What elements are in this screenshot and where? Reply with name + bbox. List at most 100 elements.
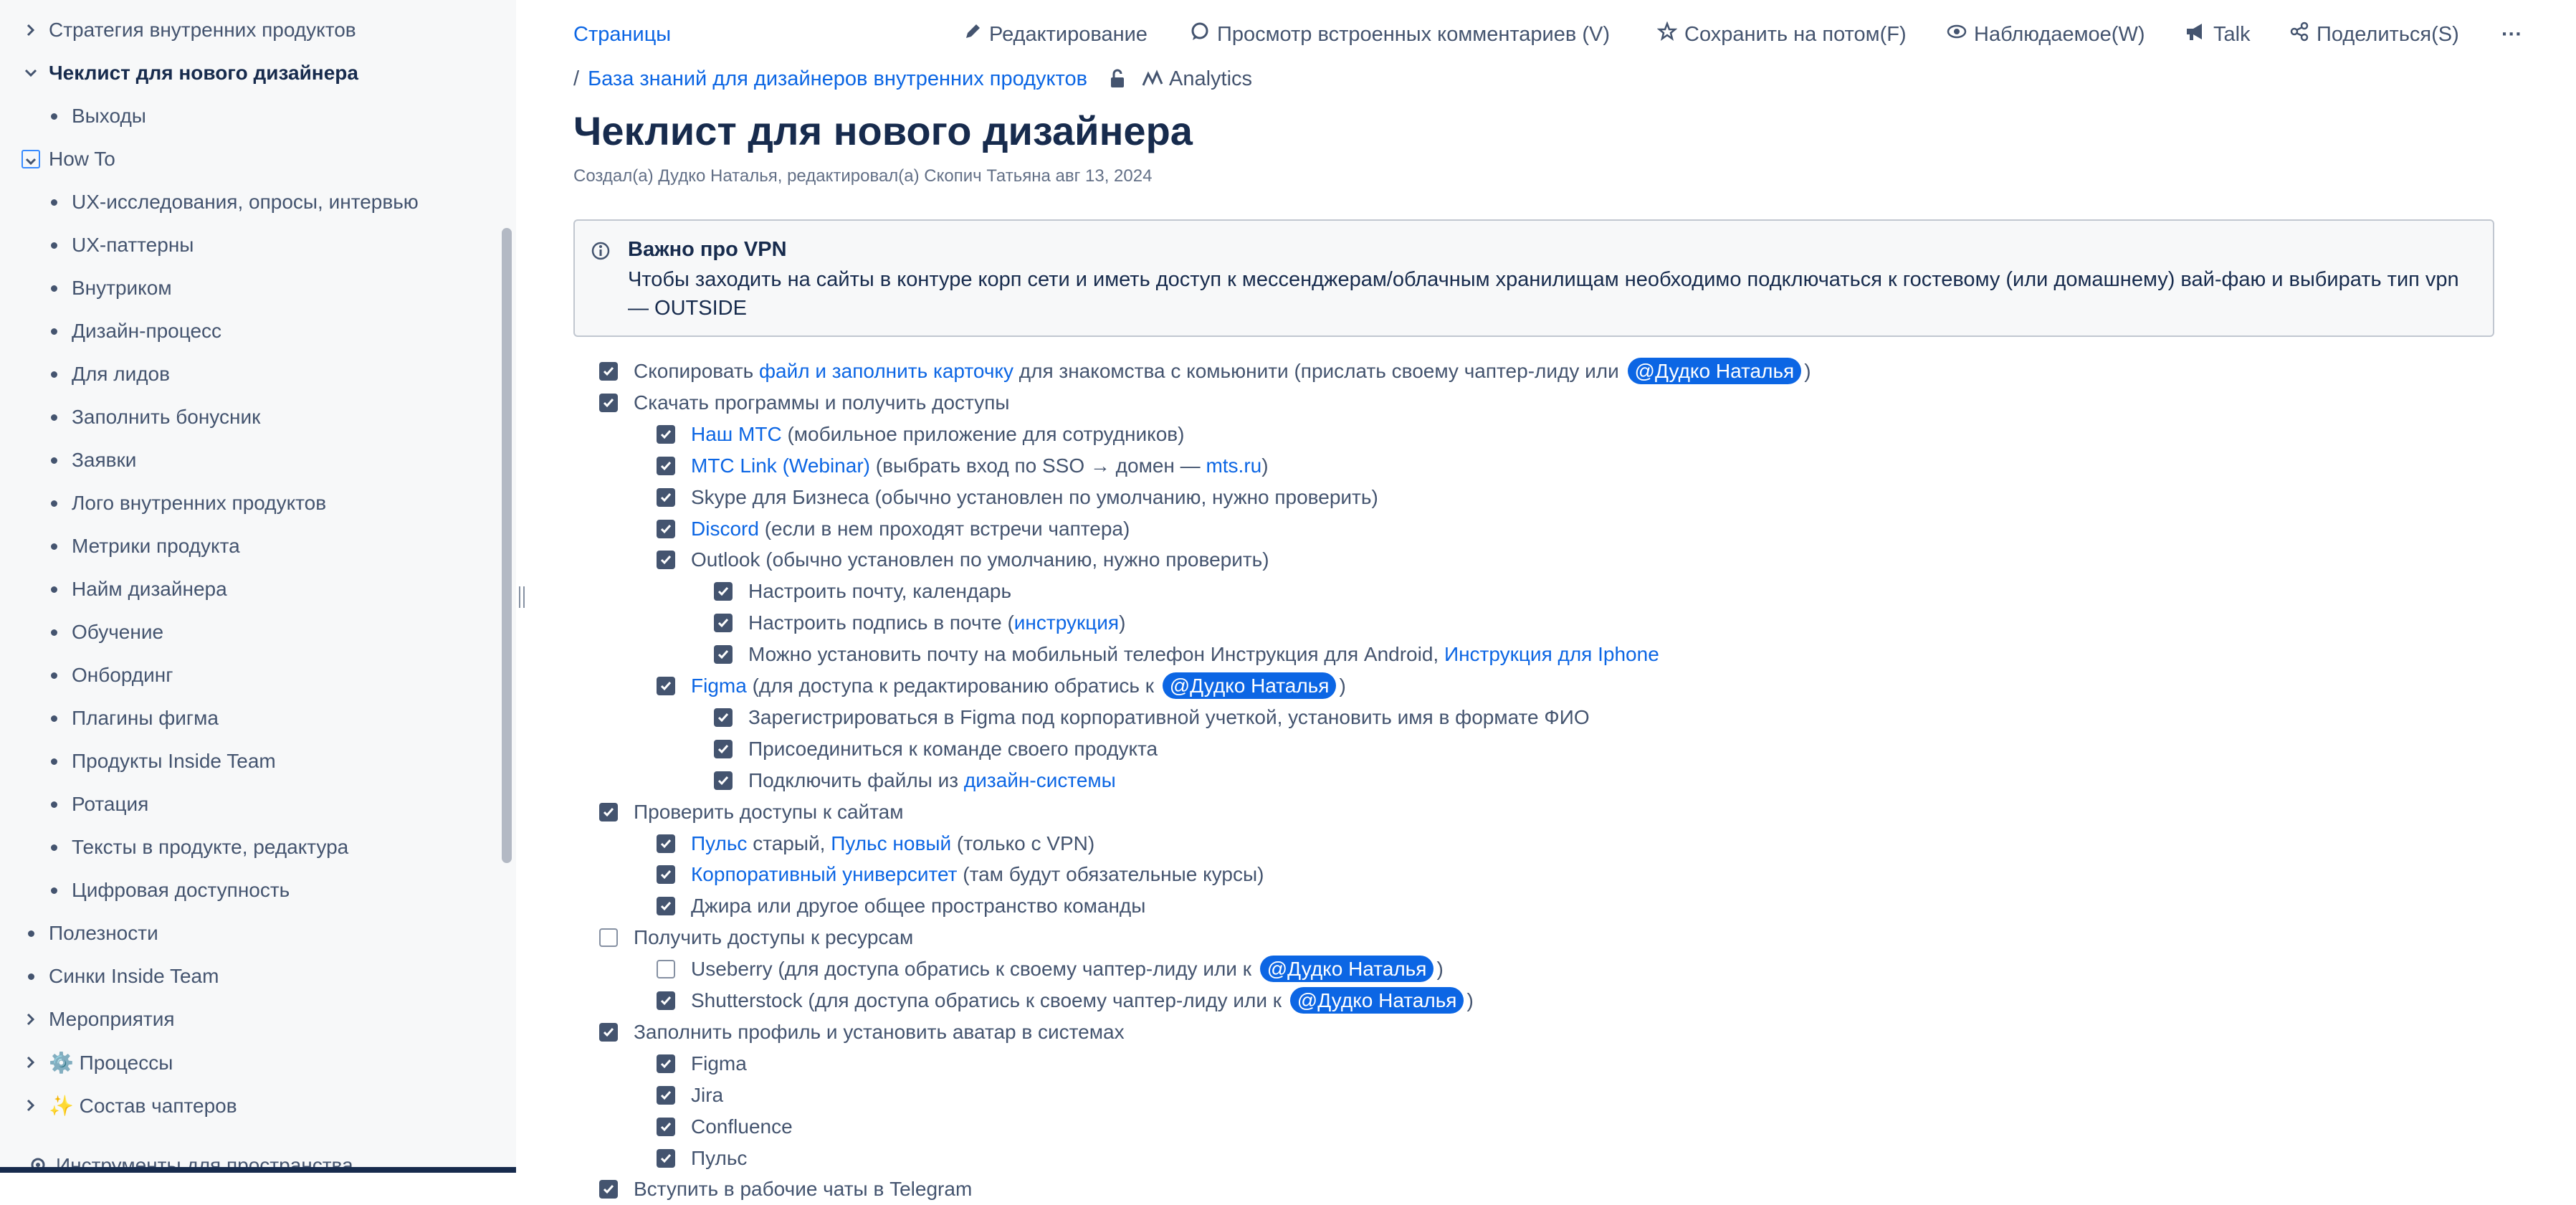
save-for-later-button[interactable]: Сохранить на потом(F) [1656, 20, 1907, 49]
more-actions-button[interactable]: ··· [2501, 20, 2522, 49]
chevron-right-icon[interactable] [20, 1052, 42, 1073]
task-text: Shutterstock (для доступа обратись к сво… [691, 987, 1474, 1014]
sidebar-tree-item[interactable]: ⚙️ Процессы [0, 1042, 495, 1082]
task-link[interactable]: Инструкция для Iphone [1444, 643, 1659, 665]
unchecked-checkbox[interactable] [657, 960, 675, 979]
checked-checkbox[interactable] [657, 487, 675, 507]
checked-checkbox[interactable] [714, 771, 733, 790]
sidebar-tree-item[interactable]: Чеклист для нового дизайнера [0, 53, 495, 93]
sidebar-resize-handle[interactable] [517, 586, 526, 608]
task-link[interactable]: Discord [691, 518, 759, 540]
sidebar-tree-item[interactable]: Для лидов [0, 354, 495, 394]
bullet-icon [43, 105, 65, 127]
checked-checkbox[interactable] [714, 739, 733, 758]
checked-checkbox[interactable] [714, 614, 733, 633]
user-mention[interactable]: @Дудко Наталья [1259, 956, 1434, 983]
user-mention[interactable]: @Дудко Наталья [1627, 358, 1802, 384]
user-mention[interactable]: @Дудко Наталья [1289, 987, 1464, 1014]
checked-checkbox[interactable] [714, 582, 733, 601]
inline-comments-button[interactable]: Просмотр встроенных комментариев (V) [1190, 20, 1610, 49]
horizontal-scrollbar[interactable] [0, 1167, 516, 1173]
chevron-down-icon[interactable] [20, 148, 42, 170]
task-text-fragment: Figma [691, 1052, 747, 1075]
checked-checkbox[interactable] [657, 1148, 675, 1168]
sidebar-tree-item[interactable]: Найм дизайнера [0, 569, 495, 609]
checked-checkbox[interactable] [657, 865, 675, 885]
task-link[interactable]: Figma [691, 675, 747, 697]
sidebar-tree-item[interactable]: Плагины фигма [0, 698, 495, 738]
bullet-icon [43, 621, 65, 643]
pages-link[interactable]: Страницы [573, 20, 671, 49]
sidebar-tree-item[interactable]: Заполнить бонусник [0, 397, 495, 437]
task-link[interactable]: Пульс новый [831, 832, 951, 854]
checked-checkbox[interactable] [657, 834, 675, 853]
edit-button[interactable]: Редактирование [963, 20, 1148, 49]
sidebar-tree-item[interactable]: Дизайн-процесс [0, 311, 495, 351]
checked-checkbox[interactable] [599, 362, 618, 381]
task-link[interactable]: Наш МТС [691, 423, 782, 445]
task-link[interactable]: инструкция [1014, 611, 1119, 634]
checked-checkbox[interactable] [657, 1054, 675, 1073]
sidebar-tree-item[interactable]: Онбординг [0, 655, 495, 695]
chevron-right-icon[interactable] [20, 1095, 42, 1116]
chevron-right-icon[interactable] [20, 1009, 42, 1030]
sidebar-tree-item[interactable]: Синки Inside Team [0, 956, 495, 996]
task-link[interactable]: Пульс [691, 832, 747, 854]
checked-checkbox[interactable] [657, 1085, 675, 1105]
sidebar: Стратегия внутренних продуктов Чеклист дл… [0, 0, 516, 1173]
talk-button[interactable]: Talk [2185, 20, 2251, 49]
checked-checkbox[interactable] [599, 802, 618, 821]
sidebar-tree-item[interactable]: Тексты в продукте, редактура [0, 827, 495, 867]
sidebar-tree-item[interactable]: Мероприятия [0, 999, 495, 1039]
sidebar-tree-item[interactable]: Внутриком [0, 268, 495, 308]
checked-checkbox[interactable] [599, 393, 618, 412]
sidebar-tree-item[interactable]: How To [0, 139, 495, 179]
checked-checkbox[interactable] [657, 897, 675, 916]
task-text-fragment: для знакомства с комьюнити (прислать сво… [1013, 360, 1625, 382]
task-link[interactable]: дизайн-системы [964, 769, 1116, 791]
checked-checkbox[interactable] [657, 551, 675, 570]
chevron-down-icon[interactable] [20, 62, 42, 84]
task-text-fragment: Заполнить профиль и установить аватар в … [634, 1020, 1125, 1043]
checked-checkbox[interactable] [657, 991, 675, 1010]
sidebar-tree-item[interactable]: Заявки [0, 440, 495, 480]
chevron-right-icon[interactable] [20, 19, 42, 41]
sidebar-tree-item[interactable]: Лого внутренних продуктов [0, 483, 495, 523]
sidebar-tree-item[interactable]: UX-исследования, опросы, интервью [0, 182, 495, 222]
space-tools-bar[interactable]: Инструменты для пространства [0, 1148, 516, 1173]
task-link[interactable]: Корпоративный университет [691, 863, 958, 885]
checked-checkbox[interactable] [714, 708, 733, 727]
breadcrumb-space-link[interactable]: База знаний для дизайнеров внутренних пр… [588, 67, 1087, 91]
checked-checkbox[interactable] [599, 1180, 618, 1199]
sidebar-tree-item[interactable]: UX-паттерны [0, 225, 495, 265]
analytics-link[interactable]: Analytics [1169, 67, 1252, 91]
checked-checkbox[interactable] [657, 456, 675, 475]
task-link[interactable]: МТС Link (Webinar) [691, 454, 870, 477]
task-item: Скачать программы и получить доступы [599, 387, 1009, 419]
sidebar-tree-item[interactable]: Выходы [0, 96, 495, 136]
sidebar-scrollbar[interactable] [502, 228, 512, 863]
sidebar-tree-item[interactable]: ✨ Состав чаптеров [0, 1085, 495, 1125]
sidebar-tree-item[interactable]: Ротация [0, 784, 495, 824]
sidebar-tree-item[interactable]: Обучение [0, 612, 495, 652]
unchecked-checkbox[interactable] [599, 928, 618, 948]
sidebar-tree-item[interactable]: Метрики продукта [0, 526, 495, 566]
checked-checkbox[interactable] [657, 677, 675, 695]
sidebar-tree-item[interactable]: Цифровая доступность [0, 870, 495, 910]
task-link[interactable]: файл и заполнить карточку [759, 360, 1013, 382]
task-item: Наш МТС (мобильное приложение для сотруд… [657, 419, 1184, 450]
sidebar-tree-item[interactable]: Полезности [0, 913, 495, 953]
sidebar-tree-item[interactable]: Стратегия внутренних продуктов [0, 10, 495, 50]
checked-checkbox[interactable] [599, 1022, 618, 1042]
unlock-icon[interactable] [1109, 69, 1126, 89]
watch-button[interactable]: Наблюдаемое(W) [1947, 20, 2145, 49]
task-text: Outlook (обычно установлен по умолчанию,… [691, 548, 1269, 571]
checked-checkbox[interactable] [657, 424, 675, 444]
share-button[interactable]: Поделиться(S) [2289, 20, 2459, 49]
user-mention[interactable]: @Дудко Наталья [1162, 672, 1337, 699]
checked-checkbox[interactable] [657, 519, 675, 538]
checked-checkbox[interactable] [657, 1117, 675, 1136]
sidebar-tree-item[interactable]: Продукты Inside Team [0, 741, 495, 781]
checked-checkbox[interactable] [714, 645, 733, 665]
task-link[interactable]: mts.ru [1206, 454, 1261, 477]
